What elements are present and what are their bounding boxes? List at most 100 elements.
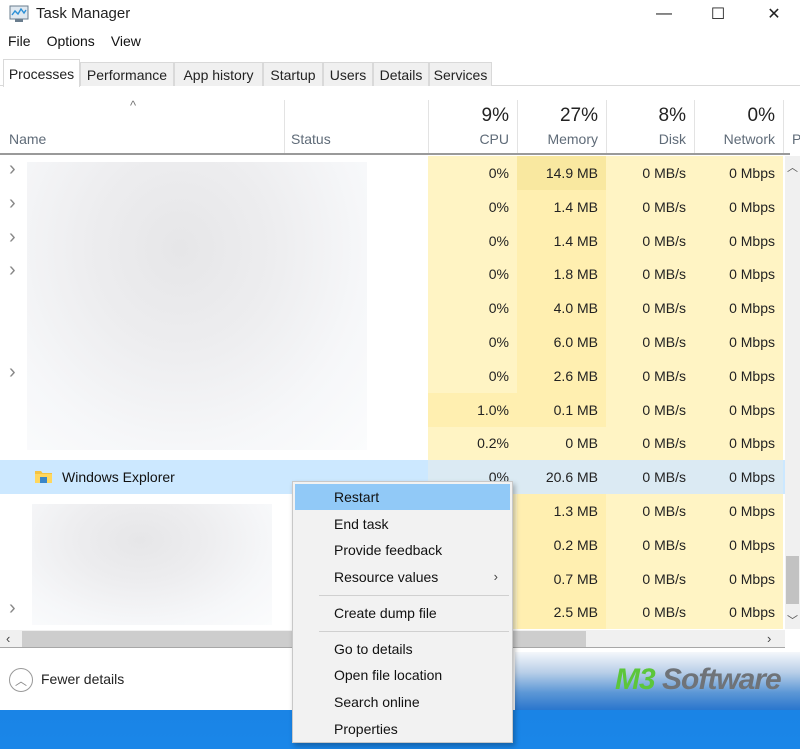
- network-cell: 0 Mbps: [694, 223, 783, 258]
- column-header: ^ Name Status 9% CPU 27% Memory 8% Disk …: [0, 98, 800, 155]
- cpu-cell: 0%: [428, 358, 517, 393]
- chevron-up-circle-icon[interactable]: ︿: [9, 668, 33, 692]
- menu-item-provide-feedback[interactable]: Provide feedback: [295, 537, 510, 563]
- network-cell: 0 Mbps: [694, 494, 783, 528]
- scroll-left-icon[interactable]: ‹: [6, 630, 10, 648]
- tab-app-history[interactable]: App history: [174, 62, 263, 86]
- menu-item-go-to-details[interactable]: Go to details: [295, 636, 510, 662]
- menu-item-label: Go to details: [334, 640, 413, 657]
- memory-cell: 0.7 MB: [517, 561, 606, 596]
- column-name[interactable]: ^ Name: [0, 98, 283, 153]
- disk-cell: 0 MB/s: [606, 257, 694, 292]
- tab-strip: Processes Performance App history Startu…: [0, 59, 800, 87]
- minimize-button[interactable]: —: [636, 0, 692, 28]
- disk-cell: 0 MB/s: [606, 494, 694, 528]
- memory-cell: 0 MB: [517, 426, 606, 461]
- context-menu: Restart End task Provide feedback Resource …: [292, 481, 513, 743]
- menu-item-end-task[interactable]: End task: [295, 511, 510, 537]
- vertical-scrollbar[interactable]: ︿ ﹀: [785, 156, 800, 629]
- disk-cell: 0 MB/s: [606, 460, 694, 495]
- memory-cell: 0.2 MB: [517, 527, 606, 562]
- minimize-icon: —: [656, 5, 672, 22]
- menu-item-resource-values[interactable]: Resource values ›: [295, 564, 510, 590]
- column-status[interactable]: Status: [284, 100, 428, 153]
- menu-item-label: Provide feedback: [334, 542, 443, 559]
- tab-users[interactable]: Users: [323, 62, 373, 86]
- vertical-scroll-thumb[interactable]: [786, 556, 799, 604]
- memory-cell: 1.4 MB: [517, 189, 606, 224]
- network-cell: 0 Mbps: [694, 156, 783, 190]
- memory-cell: 4.0 MB: [517, 291, 606, 326]
- disk-cell: 0 MB/s: [606, 358, 694, 393]
- column-memory[interactable]: 27% Memory: [517, 100, 606, 153]
- menu-item-create-dump-file[interactable]: Create dump file: [295, 600, 510, 626]
- watermark-m3: M3: [615, 663, 656, 696]
- disk-cell: 0 MB/s: [606, 325, 694, 359]
- disk-cell: 0 MB/s: [606, 392, 694, 427]
- blurred-process-names: [32, 504, 272, 625]
- memory-cell: 2.5 MB: [517, 595, 606, 629]
- close-button[interactable]: ✕: [746, 0, 800, 28]
- disk-cell: 0 MB/s: [606, 527, 694, 562]
- menu-item-search-online[interactable]: Search online: [295, 689, 510, 715]
- memory-cell: 0.1 MB: [517, 392, 606, 427]
- submenu-chevron-icon: ›: [493, 569, 498, 585]
- menu-item-restart[interactable]: Restart: [295, 484, 510, 510]
- expand-chevron-icon[interactable]: ›: [9, 361, 16, 384]
- column-power-label: P: [792, 131, 800, 147]
- column-power[interactable]: P: [783, 100, 800, 153]
- menu-item-label: End task: [334, 515, 389, 532]
- network-cell: 0 Mbps: [694, 189, 783, 224]
- column-cpu[interactable]: 9% CPU: [428, 100, 517, 153]
- menu-separator: [319, 594, 509, 596]
- memory-cell: 1.4 MB: [517, 223, 606, 258]
- menu-item-label: Resource values: [334, 569, 439, 586]
- scroll-down-icon[interactable]: ﹀: [787, 612, 798, 628]
- close-icon: ✕: [767, 6, 781, 23]
- menu-item-properties[interactable]: Properties: [295, 716, 510, 742]
- window-title: Task Manager: [36, 5, 131, 22]
- menu-file[interactable]: File: [0, 33, 39, 53]
- disk-cell: 0 MB/s: [606, 223, 694, 258]
- menu-options[interactable]: Options: [39, 33, 103, 53]
- column-disk[interactable]: 8% Disk: [606, 100, 694, 153]
- fewer-details-button[interactable]: Fewer details: [41, 671, 124, 687]
- column-disk-label: Disk: [658, 131, 686, 147]
- scroll-right-icon[interactable]: ›: [767, 630, 771, 648]
- expand-chevron-icon[interactable]: ›: [9, 158, 16, 181]
- tab-services[interactable]: Services: [429, 62, 492, 86]
- tab-startup[interactable]: Startup: [263, 62, 323, 86]
- tab-processes[interactable]: Processes: [3, 59, 80, 87]
- scroll-up-icon[interactable]: ︿: [787, 159, 798, 175]
- network-total-percent: 0%: [747, 105, 775, 126]
- menu-item-label: Open file location: [334, 667, 443, 684]
- network-cell: 0 Mbps: [694, 460, 783, 495]
- menu-item-label: Restart: [334, 489, 380, 505]
- title-bar: Task Manager — ☐ ✕: [0, 0, 800, 30]
- memory-cell: 20.6 MB: [517, 460, 606, 495]
- menu-view[interactable]: View: [103, 33, 149, 53]
- expand-chevron-icon[interactable]: ›: [9, 192, 16, 215]
- tab-performance[interactable]: Performance: [80, 62, 174, 86]
- disk-total-percent: 8%: [658, 105, 686, 126]
- expand-chevron-icon[interactable]: ›: [9, 226, 16, 249]
- menu-bar: File Options View: [0, 33, 149, 53]
- watermark-software: Software: [654, 663, 782, 696]
- cpu-total-percent: 9%: [481, 105, 509, 126]
- expand-chevron-icon[interactable]: ›: [9, 597, 16, 620]
- menu-item-open-file-location[interactable]: Open file location: [295, 662, 510, 688]
- memory-cell: 14.9 MB: [517, 156, 606, 190]
- network-cell: 0 Mbps: [694, 561, 783, 596]
- column-name-label: Name: [9, 131, 47, 147]
- expand-chevron-icon[interactable]: ›: [9, 259, 16, 282]
- maximize-button[interactable]: ☐: [690, 0, 746, 28]
- network-cell: 0 Mbps: [694, 291, 783, 326]
- network-cell: 0 Mbps: [694, 392, 783, 427]
- cpu-cell: 0.2%: [428, 426, 517, 461]
- tab-details[interactable]: Details: [373, 62, 429, 86]
- sort-ascending-icon: ^: [130, 98, 137, 113]
- column-network[interactable]: 0% Network: [694, 100, 783, 153]
- memory-cell: 2.6 MB: [517, 358, 606, 393]
- menu-item-label: Search online: [334, 693, 420, 710]
- folder-icon: [35, 471, 52, 484]
